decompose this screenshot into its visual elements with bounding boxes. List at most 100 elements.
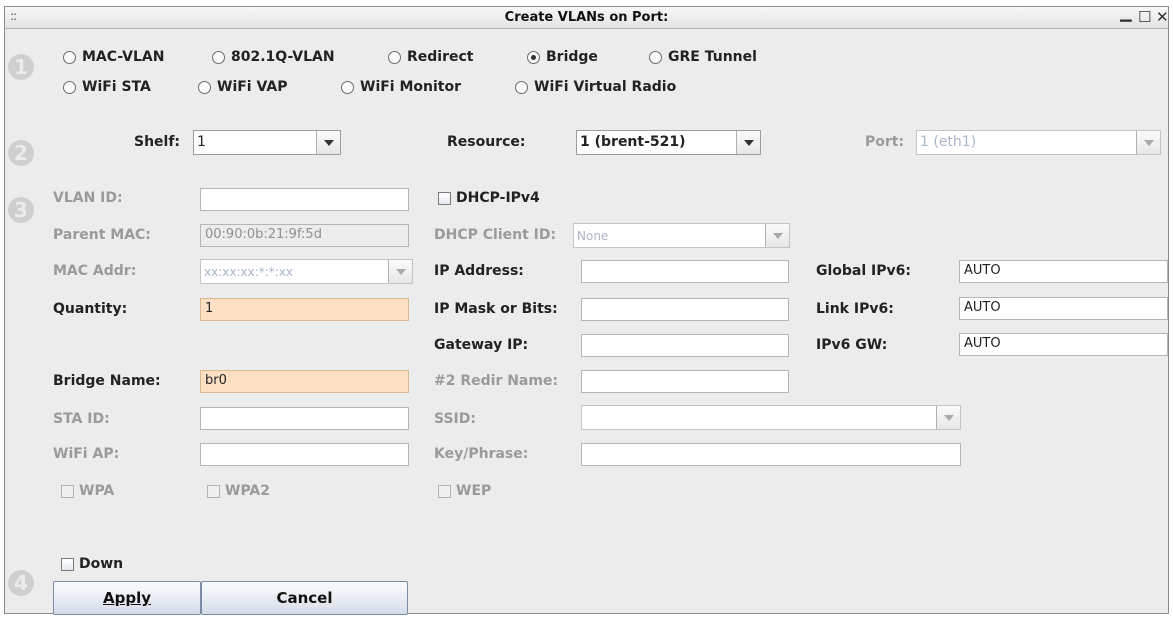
quantity-input[interactable]: 1 [200,298,409,321]
maximize-icon[interactable]: ☐ [1138,8,1151,26]
checkbox-box [438,191,451,205]
global-ipv6-input[interactable]: AUTO [959,260,1168,283]
checkbox-box [438,484,451,498]
global-ipv6-label: Global IPv6: [816,263,911,279]
radio-label: GRE Tunnel [668,49,757,65]
down-checkbox[interactable]: Down [61,556,123,572]
chevron-down-icon[interactable] [765,224,789,247]
radio-gre-tunnel[interactable]: GRE Tunnel [649,49,757,65]
radio-circle [649,50,662,64]
key-phrase-input[interactable] [581,443,961,466]
radio-8021q-vlan[interactable]: 802.1Q-VLAN [212,49,335,65]
window-title: Create VLANs on Port: [504,10,669,25]
shelf-select[interactable]: 1 [193,130,341,155]
chevron-down-icon[interactable] [736,131,760,154]
apply-button-label: Apply [102,589,151,607]
redir-name-input[interactable] [581,370,789,393]
port-label: Port: [865,134,905,150]
radio-circle [63,80,76,94]
dhcp-ipv4-checkbox[interactable]: DHCP-IPv4 [438,190,540,206]
radio-wifi-virtual-radio[interactable]: WiFi Virtual Radio [515,79,676,95]
checkbox-label: DHCP-IPv4 [456,190,540,206]
dhcp-client-id-value: None [577,229,609,243]
mac-addr-value: xx:xx:xx:*:*:xx [204,265,294,279]
ip-address-label: IP Address: [434,263,524,279]
wpa2-checkbox[interactable]: WPA2 [207,483,270,499]
chevron-down-icon[interactable] [316,131,340,154]
port-select[interactable]: 1 (eth1) [916,130,1161,155]
radio-circle-selected [527,50,540,64]
wifi-ap-label: WiFi AP: [53,446,120,462]
quantity-label: Quantity: [53,301,128,317]
parent-mac-field: 00:90:0b:21:9f:5d [200,224,409,247]
radio-wifi-sta[interactable]: WiFi STA [63,79,151,95]
checkbox-label: WPA2 [225,483,270,499]
radio-circle [212,50,225,64]
resource-value: 1 (brent-521) [580,134,686,150]
radio-circle [341,80,354,94]
radio-wifi-monitor[interactable]: WiFi Monitor [341,79,461,95]
mac-addr-select[interactable]: xx:xx:xx:*:*:xx [200,259,413,284]
radio-circle [388,50,401,64]
checkbox-label: WPA [79,483,115,499]
step-2-icon: 2 [8,140,34,166]
gateway-ip-input[interactable] [581,334,789,357]
cancel-button[interactable]: Cancel [201,581,408,615]
title-bar[interactable]: :: Create VLANs on Port: ▁ ☐ ✕ [5,4,1169,29]
sta-id-label: STA ID: [53,411,110,427]
radio-label: WiFi Monitor [360,79,462,95]
close-icon[interactable]: ✕ [1156,8,1169,26]
link-ipv6-input[interactable]: AUTO [959,297,1168,320]
bridge-name-label: Bridge Name: [53,373,161,389]
wep-checkbox[interactable]: WEP [438,483,491,499]
shelf-value: 1 [197,134,206,150]
radio-redirect[interactable]: Redirect [388,49,474,65]
bridge-name-input[interactable]: br0 [200,370,409,393]
sta-id-input[interactable] [200,407,409,430]
checkbox-box [207,484,220,498]
radio-circle [63,50,76,64]
parent-mac-label: Parent MAC: [53,227,151,243]
wifi-ap-input[interactable] [200,443,409,466]
key-phrase-label: Key/Phrase: [434,446,529,462]
ip-address-input[interactable] [581,260,789,283]
chevron-down-icon[interactable] [1136,131,1160,154]
vlan-id-label: VLAN ID: [53,190,123,206]
radio-label: Bridge [546,49,598,65]
checkbox-label: Down [79,556,124,572]
ip-mask-input[interactable] [581,298,789,321]
minimize-icon[interactable]: ▁ [1120,4,1132,22]
create-vlans-dialog: :: Create VLANs on Port: ▁ ☐ ✕ 1 MAC-VLA… [4,4,1169,615]
apply-button[interactable]: Apply [53,581,201,615]
radio-label: MAC-VLAN [82,49,165,65]
dhcp-client-id-select[interactable]: None [573,223,790,248]
radio-label: Redirect [407,49,474,65]
resource-select[interactable]: 1 (brent-521) [576,130,761,155]
step-1-icon: 1 [8,54,34,80]
ssid-label: SSID: [434,411,476,427]
step-4-icon: 4 [8,570,34,596]
cancel-button-label: Cancel [276,589,333,607]
resource-label: Resource: [447,134,526,150]
ipv6-gw-label: IPv6 GW: [816,337,888,353]
radio-label: WiFi STA [82,79,151,95]
checkbox-label: WEP [456,483,492,499]
radio-circle [198,80,211,94]
chevron-down-icon[interactable] [936,406,960,429]
ssid-select[interactable] [581,405,961,430]
radio-circle [515,80,528,94]
radio-mac-vlan[interactable]: MAC-VLAN [63,49,164,65]
port-value: 1 (eth1) [920,134,977,150]
chevron-down-icon[interactable] [388,260,412,283]
radio-label: WiFi Virtual Radio [534,79,677,95]
mac-addr-label: MAC Addr: [53,263,137,279]
gateway-ip-label: Gateway IP: [434,337,529,353]
ipv6-gw-input[interactable]: AUTO [959,333,1168,356]
wpa-checkbox[interactable]: WPA [61,483,114,499]
radio-label: WiFi VAP [217,79,288,95]
radio-wifi-vap[interactable]: WiFi VAP [198,79,287,95]
step-3-icon: 3 [8,197,34,223]
vlan-id-input[interactable] [200,188,409,211]
shelf-label: Shelf: [134,134,181,150]
radio-bridge[interactable]: Bridge [527,49,598,65]
